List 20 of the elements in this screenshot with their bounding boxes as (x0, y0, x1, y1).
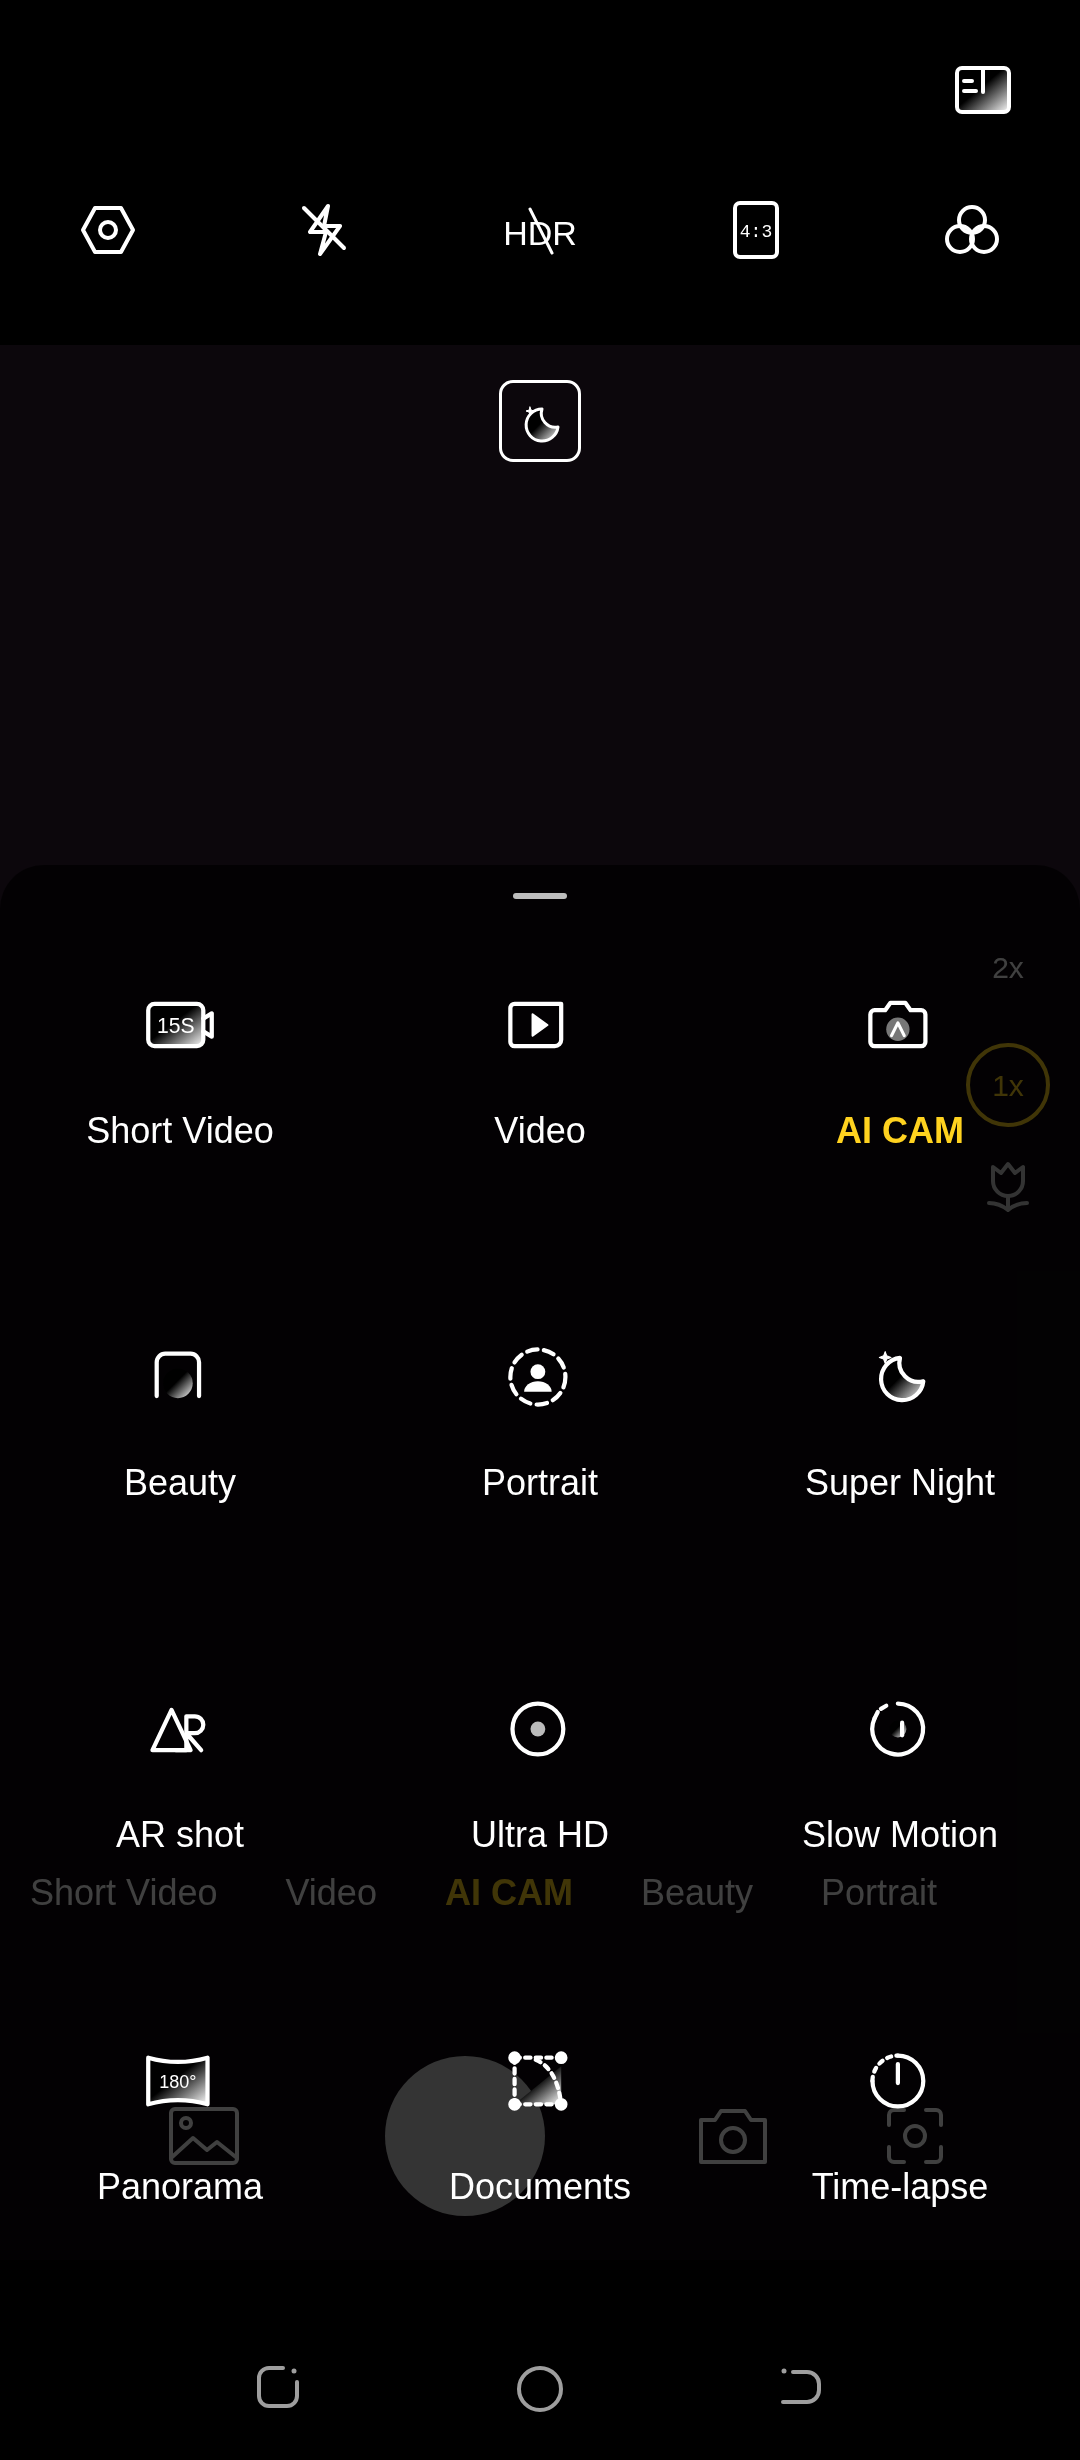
drag-handle[interactable] (513, 893, 567, 899)
mode-option[interactable]: Short Video (86, 1109, 274, 1153)
mode-option[interactable]: Documents (448, 2165, 632, 2209)
night-mode-button[interactable] (499, 380, 581, 462)
mode-option[interactable]: Portrait (481, 1461, 598, 1505)
mode-option[interactable]: Time-lapse (811, 2165, 989, 2209)
recent-apps-icon[interactable] (255, 2364, 301, 2410)
mode-option[interactable]: Slow Motion (801, 1813, 999, 1857)
home-icon[interactable] (515, 2364, 565, 2414)
mode-option[interactable]: Super Night (804, 1461, 996, 1505)
filter-icon[interactable] (943, 203, 1001, 257)
mode-option[interactable]: Panorama (96, 2165, 264, 2209)
mode-option[interactable]: Ultra HD (471, 1813, 609, 1857)
mode-option[interactable]: Video (494, 1109, 586, 1153)
mode-option[interactable]: AI CAM (836, 1109, 964, 1153)
mode-option[interactable]: Beauty (123, 1461, 237, 1505)
book-icon[interactable] (954, 65, 1012, 115)
aspect-ratio-icon[interactable]: 4:3 (732, 200, 780, 260)
mode-option[interactable]: AR shot (115, 1813, 245, 1857)
settings-icon[interactable] (80, 205, 136, 255)
